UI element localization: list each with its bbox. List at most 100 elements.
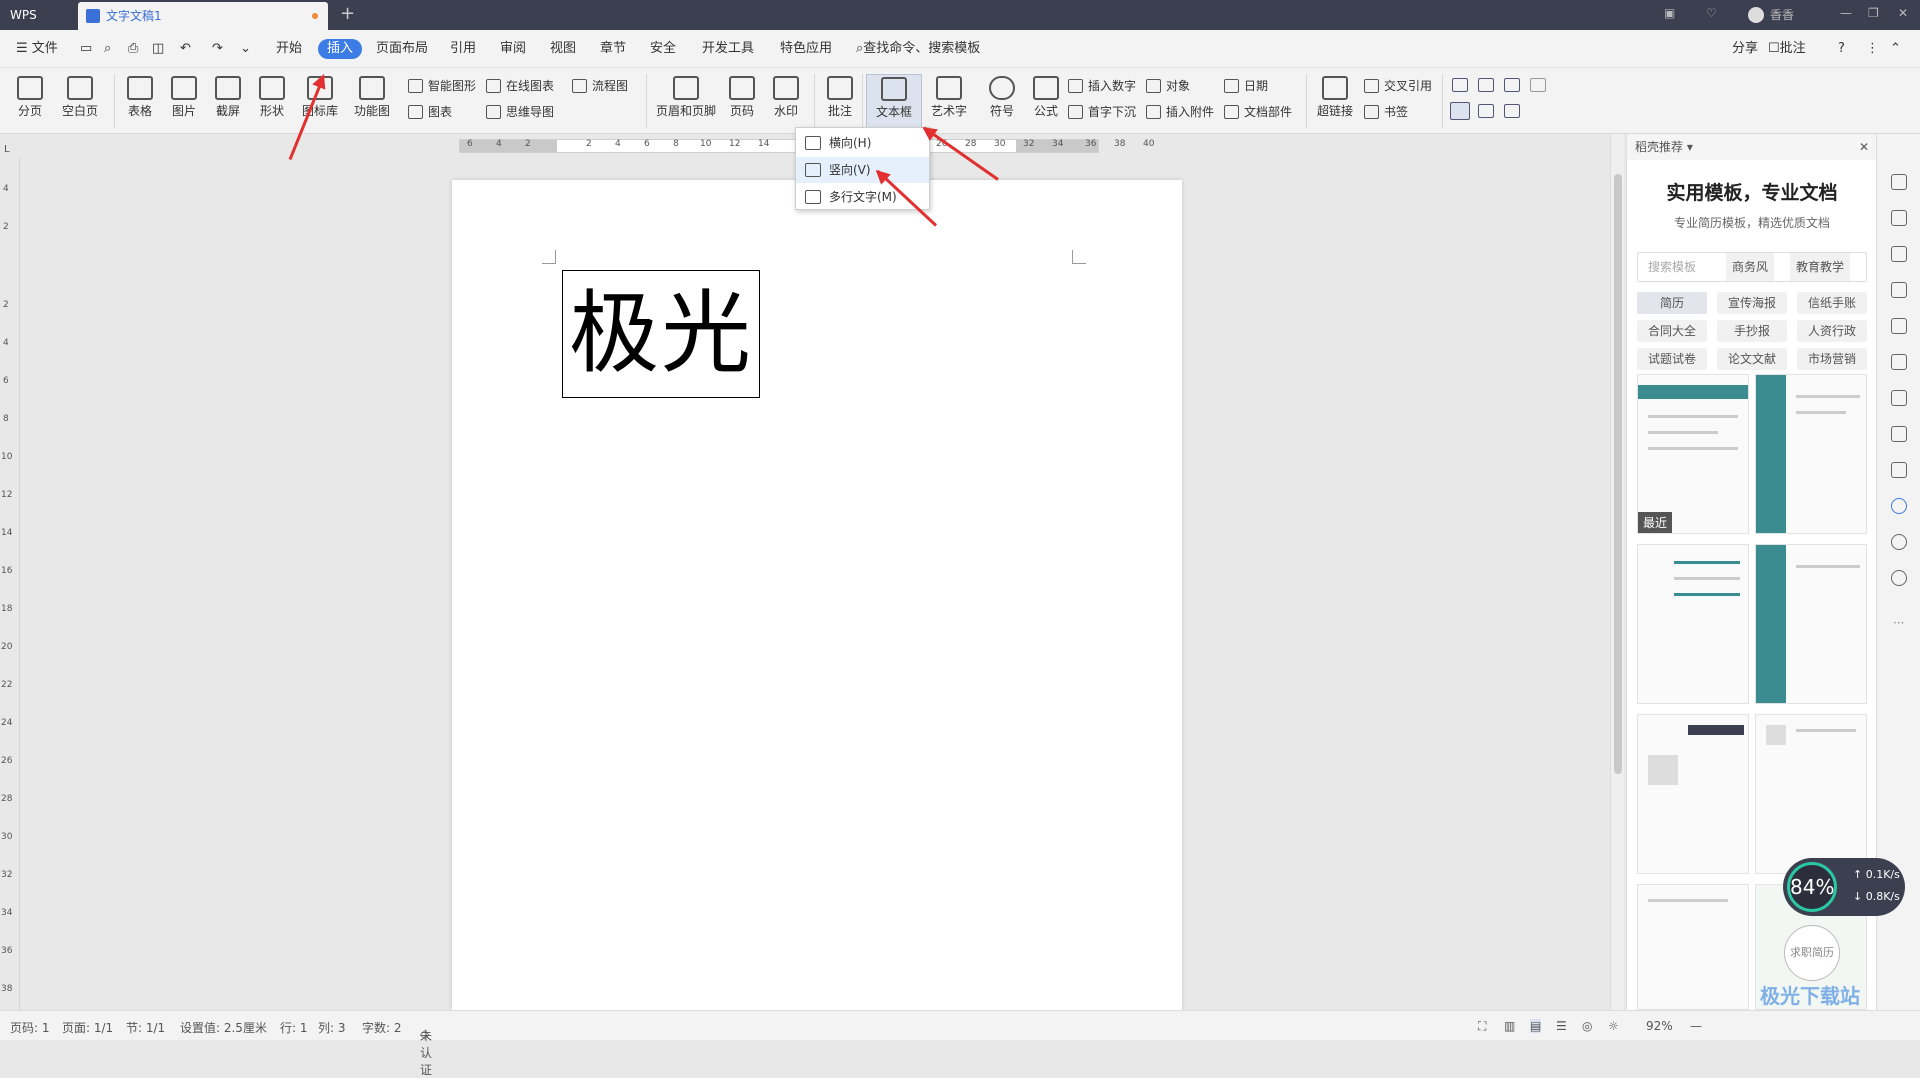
print-icon[interactable]: ⎙: [128, 39, 138, 59]
category-chip[interactable]: 手抄报: [1717, 320, 1787, 342]
settings-icon[interactable]: [1891, 354, 1907, 370]
style-icon[interactable]: [1891, 282, 1907, 298]
close-icon[interactable]: ✕: [1898, 6, 1908, 20]
hyperlink-button[interactable]: 超链接: [1312, 76, 1358, 119]
header-footer-button[interactable]: 页眉和页脚: [654, 76, 718, 119]
drop-cap-button[interactable]: 首字下沉: [1068, 102, 1136, 122]
category-chip[interactable]: 信纸手账: [1797, 292, 1867, 314]
collapse-ribbon-icon[interactable]: ⌃: [1890, 39, 1901, 59]
template-card[interactable]: [1637, 544, 1749, 704]
layout-option-icon[interactable]: [1452, 78, 1468, 92]
template-card[interactable]: [1755, 544, 1867, 704]
panel-header[interactable]: 稻壳推荐 ▾ ✕: [1627, 134, 1877, 160]
function-chart-button[interactable]: 功能图: [350, 76, 394, 119]
textbox-button[interactable]: 文本框: [866, 74, 922, 130]
redo-icon[interactable]: ↷: [212, 39, 223, 59]
tab-stop-selector[interactable]: L: [4, 144, 10, 155]
menu-security[interactable]: 安全: [650, 39, 676, 59]
category-chip[interactable]: 宣传海报: [1717, 292, 1787, 314]
horizontal-textbox-item[interactable]: 横向(H): [796, 130, 929, 156]
insert-attachment-button[interactable]: 插入附件: [1146, 102, 1214, 122]
document-textbox[interactable]: 极光: [562, 270, 760, 398]
skin-icon[interactable]: ♡: [1706, 6, 1717, 20]
menu-review[interactable]: 审阅: [500, 39, 526, 59]
mindmap-button[interactable]: 思维导图: [486, 102, 554, 122]
vertical-scrollbar[interactable]: [1610, 134, 1624, 1010]
layout-option-icon[interactable]: [1478, 78, 1494, 92]
category-chip[interactable]: 人资行政: [1797, 320, 1867, 342]
print-preview-icon[interactable]: ◫: [152, 39, 164, 59]
watermark-button[interactable]: 水印: [768, 76, 804, 119]
category-chip[interactable]: 简历: [1637, 292, 1707, 314]
file-menu[interactable]: ☰ 文件: [16, 39, 58, 59]
more-icon[interactable]: ⌄: [240, 39, 251, 59]
picture-button[interactable]: 图片: [166, 76, 202, 119]
more-options-icon[interactable]: ⋮: [1866, 39, 1879, 59]
minimize-icon[interactable]: —: [1840, 6, 1852, 20]
equation-button[interactable]: 公式: [1028, 76, 1064, 119]
screenshot-button[interactable]: 截屏: [210, 76, 246, 119]
menu-view[interactable]: 视图: [550, 39, 576, 59]
menu-insert[interactable]: 插入: [318, 39, 363, 59]
format-painter-icon[interactable]: ⌕: [104, 39, 111, 59]
web-view-icon[interactable]: ◎: [1582, 1019, 1592, 1033]
date-button[interactable]: 日期: [1224, 76, 1268, 96]
document-tab[interactable]: 文字文稿1: [78, 2, 328, 30]
user-name[interactable]: 香香: [1770, 6, 1794, 23]
template-icon[interactable]: [1891, 498, 1907, 514]
flowchart-button[interactable]: 流程图: [572, 76, 628, 96]
category-chip[interactable]: 合同大全: [1637, 320, 1707, 342]
wordart-button[interactable]: 艺术字: [926, 76, 972, 119]
eye-protection-icon[interactable]: ☼: [1608, 1019, 1619, 1033]
doc-parts-button[interactable]: 文档部件: [1224, 102, 1292, 122]
shapes-icon[interactable]: [1891, 246, 1907, 262]
status-words[interactable]: 字数: 2: [362, 1019, 402, 1036]
template-card[interactable]: 最近: [1637, 374, 1749, 534]
search-tag[interactable]: 教育教学: [1790, 253, 1851, 281]
select-icon[interactable]: [1891, 210, 1907, 226]
menu-home[interactable]: 开始: [276, 39, 302, 59]
new-tab-button[interactable]: +: [340, 3, 355, 24]
symbol-button[interactable]: 符号: [984, 76, 1020, 119]
menu-page-layout[interactable]: 页面布局: [376, 39, 428, 59]
close-panel-icon[interactable]: ✕: [1859, 134, 1869, 160]
page-break-button[interactable]: 分页: [12, 76, 48, 119]
more-tools-icon[interactable]: ···: [1893, 616, 1904, 630]
pen-icon[interactable]: [1891, 174, 1907, 190]
network-speed-widget[interactable]: 84% ↑ 0.1K/s ↓ 0.8K/s: [1783, 858, 1905, 916]
category-chip[interactable]: 论文文献: [1717, 348, 1787, 370]
insert-number-button[interactable]: 插入数字: [1068, 76, 1136, 96]
undo-icon[interactable]: ↶: [180, 39, 191, 59]
layout-option-icon[interactable]: [1530, 78, 1546, 92]
status-pages[interactable]: 页面: 1/1: [62, 1019, 113, 1036]
insert-comment-button[interactable]: 批注: [822, 76, 858, 119]
search-tag[interactable]: 商务风: [1726, 253, 1775, 281]
save-icon[interactable]: ▭: [80, 39, 92, 59]
shape-button[interactable]: 形状: [254, 76, 290, 119]
online-chart-button[interactable]: 在线图表: [486, 76, 554, 96]
layout-option-icon[interactable]: [1478, 104, 1494, 118]
layout-option-icon[interactable]: [1450, 102, 1470, 120]
template-card[interactable]: [1637, 884, 1749, 1010]
avatar[interactable]: [1748, 7, 1764, 23]
chart-button[interactable]: 图表: [408, 102, 452, 122]
zoom-out-icon[interactable]: —: [1690, 1019, 1702, 1033]
wps-logo[interactable]: WPS: [6, 4, 72, 26]
outline-view-icon[interactable]: ☰: [1556, 1019, 1567, 1033]
template-search-input[interactable]: 搜索模板 商务风 教育教学: [1637, 252, 1867, 282]
category-chip[interactable]: 试题试卷: [1637, 348, 1707, 370]
status-setting[interactable]: 设置值: 2.5厘米: [180, 1019, 267, 1036]
template-card[interactable]: [1755, 374, 1867, 534]
category-chip[interactable]: 市场营销: [1797, 348, 1867, 370]
vertical-textbox-item[interactable]: 竖向(V): [796, 157, 929, 183]
menu-special[interactable]: 特色应用: [780, 39, 832, 59]
fullscreen-icon[interactable]: ⛶: [1478, 1019, 1486, 1034]
status-col[interactable]: 列: 3: [318, 1019, 346, 1036]
cross-reference-button[interactable]: 交叉引用: [1364, 76, 1432, 96]
page-view-icon[interactable]: ▤: [1530, 1019, 1542, 1033]
status-row[interactable]: 行: 1: [280, 1019, 308, 1036]
blank-page-button[interactable]: 空白页: [56, 76, 104, 119]
layout-option-icon[interactable]: [1504, 104, 1520, 118]
template-card[interactable]: [1637, 714, 1749, 874]
image-icon[interactable]: [1891, 462, 1907, 478]
